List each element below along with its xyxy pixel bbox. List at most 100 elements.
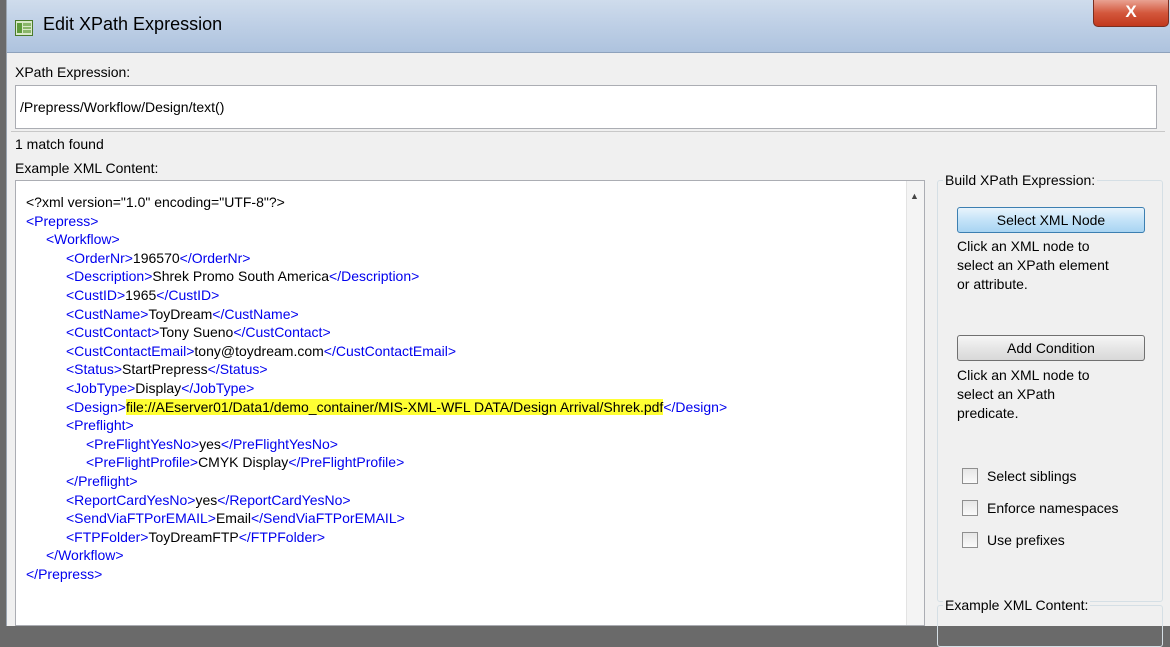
xml-value-highlighted[interactable]: file://AEserver01/Data1/demo_container/M…: [125, 398, 664, 415]
select-xml-node-button[interactable]: Select XML Node: [957, 207, 1145, 233]
xml-close-tag[interactable]: </Design>: [663, 399, 727, 415]
xml-value[interactable]: Shrek Promo South America: [152, 268, 329, 284]
xml-line[interactable]: <CustContact>Tony Sueno</CustContact>: [66, 323, 331, 341]
xml-line[interactable]: <CustContactEmail>tony@toydream.com</Cus…: [66, 342, 456, 360]
xml-close-tag[interactable]: </Status>: [208, 361, 268, 377]
xml-line[interactable]: <JobType>Display</JobType>: [66, 379, 254, 397]
xml-line[interactable]: <Status>StartPrepress</Status>: [66, 360, 268, 378]
xml-line[interactable]: <PreFlightProfile>CMYK Display</PreFligh…: [86, 453, 404, 471]
xml-open-tag[interactable]: <SendViaFTPorEMAIL>: [66, 510, 216, 526]
xpath-expression-input[interactable]: [15, 85, 1157, 129]
xml-open-tag[interactable]: <Preflight>: [66, 417, 134, 433]
add-condition-button[interactable]: Add Condition: [957, 335, 1145, 361]
xml-open-tag[interactable]: <JobType>: [66, 380, 135, 396]
xml-line[interactable]: <Design>file://AEserver01/Data1/demo_con…: [66, 398, 727, 416]
xml-value[interactable]: tony@toydream.com: [194, 343, 323, 359]
help-line: Click an XML node to: [957, 238, 1090, 254]
xml-open-tag[interactable]: <CustName>: [66, 306, 148, 322]
select-node-help: Click an XML node to select an XPath elem…: [957, 237, 1152, 294]
xml-value[interactable]: 1965: [125, 287, 156, 303]
xml-open-tag[interactable]: <PreFlightYesNo>: [86, 436, 199, 452]
xml-close-tag[interactable]: </CustContact>: [233, 324, 330, 340]
xml-value[interactable]: 196570: [133, 250, 180, 266]
xml-open-tag[interactable]: <CustID>: [66, 287, 125, 303]
help-line: predicate.: [957, 405, 1019, 421]
xml-open-tag[interactable]: <PreFlightProfile>: [86, 454, 198, 470]
xpath-label: XPath Expression:: [15, 64, 131, 80]
divider: [11, 131, 1165, 132]
xml-line[interactable]: </Workflow>: [46, 546, 124, 564]
help-line: or attribute.: [957, 276, 1028, 292]
xml-open-tag[interactable]: <OrderNr>: [66, 250, 133, 266]
xml-declaration: <?xml version="1.0" encoding="UTF-8"?>: [26, 194, 285, 210]
xml-value[interactable]: ToyDreamFTP: [148, 529, 238, 545]
use-prefixes-checkbox[interactable]: [962, 532, 978, 548]
xml-open-tag[interactable]: <Status>: [66, 361, 122, 377]
xml-close-tag[interactable]: </ReportCardYesNo>: [217, 492, 350, 508]
vertical-scrollbar[interactable]: ▲: [906, 181, 924, 625]
xml-open-tag[interactable]: <Design>: [66, 399, 126, 415]
xml-close-tag[interactable]: </Description>: [329, 268, 419, 284]
xml-close-tag[interactable]: </CustName>: [212, 306, 298, 322]
xml-content-viewer[interactable]: ▲ <?xml version="1.0" encoding="UTF-8"?>…: [15, 180, 925, 626]
use-prefixes-label: Use prefixes: [987, 532, 1065, 548]
xml-value[interactable]: Tony Sueno: [159, 324, 233, 340]
xml-close-tag[interactable]: </CustContactEmail>: [324, 343, 456, 359]
xml-line[interactable]: </Prepress>: [26, 565, 102, 583]
xml-line[interactable]: <Prepress>: [26, 212, 98, 230]
xml-open-tag[interactable]: <ReportCardYesNo>: [66, 492, 195, 508]
title-bar[interactable]: Edit XPath Expression X: [7, 0, 1170, 53]
select-siblings-checkbox[interactable]: [962, 468, 978, 484]
xml-line[interactable]: <OrderNr>196570</OrderNr>: [66, 249, 250, 267]
enforce-namespaces-label: Enforce namespaces: [987, 500, 1119, 516]
xml-content-label: Example XML Content:: [15, 160, 159, 176]
xml-close-tag[interactable]: </PreFlightYesNo>: [221, 436, 338, 452]
xml-line[interactable]: <Workflow>: [46, 230, 120, 248]
dialog-window: Edit XPath Expression X XPath Expression…: [6, 0, 1170, 647]
example-xml-group-title: Example XML Content:: [943, 597, 1091, 613]
xml-open-tag[interactable]: </Workflow>: [46, 547, 124, 563]
xml-value[interactable]: yes: [199, 436, 221, 452]
xml-line[interactable]: <?xml version="1.0" encoding="UTF-8"?>: [26, 193, 285, 211]
scroll-up-icon[interactable]: ▲: [910, 191, 919, 201]
xml-value[interactable]: CMYK Display: [198, 454, 288, 470]
xml-open-tag[interactable]: <Prepress>: [26, 213, 98, 229]
xml-open-tag[interactable]: </Preflight>: [66, 473, 138, 489]
xml-open-tag[interactable]: <Workflow>: [46, 231, 120, 247]
xml-value[interactable]: Display: [135, 380, 181, 396]
xml-line[interactable]: <SendViaFTPorEMAIL>Email</SendViaFTPorEM…: [66, 509, 405, 527]
xml-line[interactable]: <PreFlightYesNo>yes</PreFlightYesNo>: [86, 435, 338, 453]
xml-close-tag[interactable]: </PreFlightProfile>: [288, 454, 404, 470]
add-condition-help: Click an XML node to select an XPath predi…: [957, 366, 1152, 423]
enforce-namespaces-checkbox[interactable]: [962, 500, 978, 516]
xml-value[interactable]: yes: [195, 492, 217, 508]
close-icon: X: [1125, 2, 1137, 21]
xml-line[interactable]: <CustID>1965</CustID>: [66, 286, 219, 304]
xml-open-tag[interactable]: </Prepress>: [26, 566, 102, 582]
xml-line[interactable]: <Description>Shrek Promo South America</…: [66, 267, 419, 285]
help-line: select an XPath: [957, 386, 1056, 402]
help-line: select an XPath element: [957, 257, 1109, 273]
xml-open-tag[interactable]: <FTPFolder>: [66, 529, 148, 545]
window-title: Edit XPath Expression: [43, 14, 223, 34]
xml-open-tag[interactable]: <Description>: [66, 268, 152, 284]
select-siblings-label: Select siblings: [987, 468, 1077, 484]
xml-value[interactable]: Email: [216, 510, 251, 526]
build-xpath-title: Build XPath Expression:: [943, 172, 1098, 188]
xml-line[interactable]: <FTPFolder>ToyDreamFTP</FTPFolder>: [66, 528, 325, 546]
xml-close-tag[interactable]: </OrderNr>: [180, 250, 251, 266]
xml-close-tag[interactable]: </FTPFolder>: [239, 529, 325, 545]
help-line: Click an XML node to: [957, 367, 1090, 383]
xml-value[interactable]: ToyDream: [148, 306, 212, 322]
xml-open-tag[interactable]: <CustContact>: [66, 324, 159, 340]
xml-close-tag[interactable]: </SendViaFTPorEMAIL>: [251, 510, 405, 526]
xml-line[interactable]: <ReportCardYesNo>yes</ReportCardYesNo>: [66, 491, 351, 509]
close-button[interactable]: X: [1093, 0, 1169, 27]
xml-line[interactable]: <CustName>ToyDream</CustName>: [66, 305, 299, 323]
xml-line[interactable]: </Preflight>: [66, 472, 138, 490]
xml-close-tag[interactable]: </CustID>: [156, 287, 219, 303]
xml-line[interactable]: <Preflight>: [66, 416, 134, 434]
xml-close-tag[interactable]: </JobType>: [181, 380, 254, 396]
xml-value[interactable]: StartPrepress: [122, 361, 208, 377]
xml-open-tag[interactable]: <CustContactEmail>: [66, 343, 194, 359]
